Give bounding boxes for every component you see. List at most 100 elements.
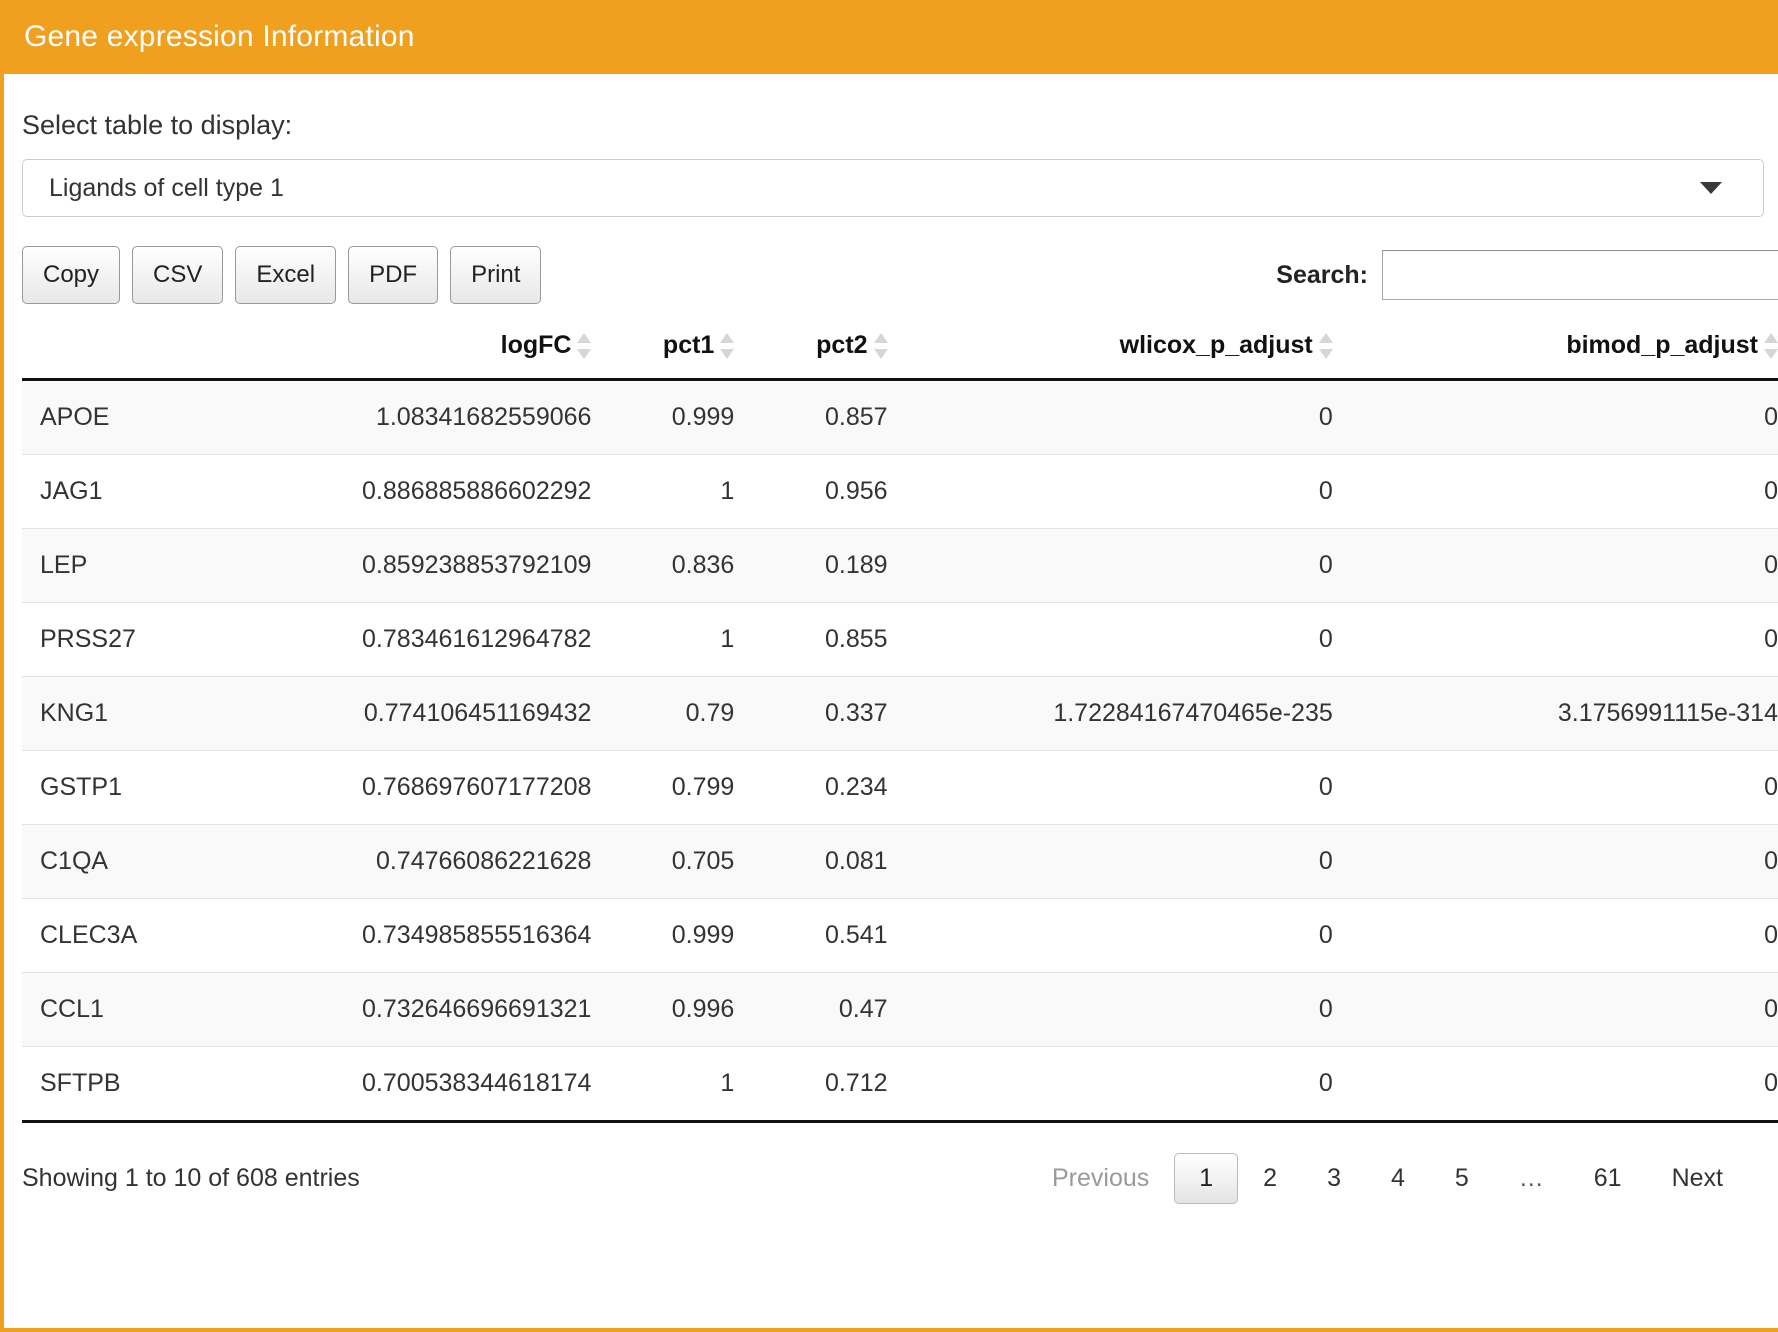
sort-icon[interactable] xyxy=(577,332,592,359)
gene-expression-card: Gene expression Information Select table… xyxy=(0,0,1778,1332)
pagination-2[interactable]: 2 xyxy=(1238,1153,1302,1204)
pagination-3[interactable]: 3 xyxy=(1302,1153,1366,1204)
col-header-gene[interactable] xyxy=(22,331,281,381)
table-row[interactable]: C1QA 0.74766086221628 0.705 0.081 0 0 xyxy=(22,824,1778,899)
cell-logFC: 0.774106451169432 xyxy=(280,676,592,751)
cell-bimod_p_adjust: 0 xyxy=(1332,824,1778,899)
pagination-: … xyxy=(1518,1164,1544,1192)
cell-gene: CCL1 xyxy=(22,972,281,1047)
cell-pct2: 0.712 xyxy=(734,1046,888,1123)
col-header-wlicox-p-adjust[interactable]: wlicox_p_adjust xyxy=(887,331,1333,381)
cell-pct1: 0.999 xyxy=(591,379,735,455)
cell-pct2: 0.234 xyxy=(734,750,888,825)
cell-bimod_p_adjust: 3.1756991115e-314 xyxy=(1332,676,1778,751)
table-row[interactable]: CCL1 0.732646696691321 0.996 0.47 0 0 xyxy=(22,972,1778,1047)
table-body: APOE 1.08341682559066 0.999 0.857 0 0 JAG1 0.88… xyxy=(22,379,1778,1123)
cell-pct2: 0.081 xyxy=(734,824,888,899)
cell-pct1: 0.79 xyxy=(591,676,735,751)
cell-gene: CLEC3A xyxy=(22,898,281,973)
cell-logFC: 0.732646696691321 xyxy=(280,972,592,1047)
cell-bimod_p_adjust: 0 xyxy=(1332,898,1778,973)
cell-wlicox_p_adjust: 0 xyxy=(887,454,1333,529)
sort-icon[interactable] xyxy=(720,332,735,359)
cell-gene: PRSS27 xyxy=(22,602,281,677)
chevron-down-icon xyxy=(1700,182,1722,194)
pagination-61[interactable]: 61 xyxy=(1569,1153,1647,1204)
cell-pct2: 0.189 xyxy=(734,528,888,603)
copy-button[interactable]: Copy xyxy=(22,246,121,304)
cell-gene: JAG1 xyxy=(22,454,281,529)
table-selector[interactable]: Ligands of cell type 1 xyxy=(22,159,1764,217)
search-label: Search: xyxy=(1276,260,1368,289)
cell-logFC: 0.700538344618174 xyxy=(280,1046,592,1123)
search-input[interactable] xyxy=(1382,250,1778,300)
cell-bimod_p_adjust: 0 xyxy=(1332,750,1778,825)
cell-gene: LEP xyxy=(22,528,281,603)
cell-logFC: 0.734985855516364 xyxy=(280,898,592,973)
cell-bimod_p_adjust: 0 xyxy=(1332,528,1778,603)
table-row[interactable]: SFTPB 0.700538344618174 1 0.712 0 0 xyxy=(22,1046,1778,1123)
cell-bimod_p_adjust: 0 xyxy=(1332,602,1778,677)
print-button[interactable]: Print xyxy=(450,246,542,304)
cell-logFC: 0.768697607177208 xyxy=(280,750,592,825)
pagination: Previous 1 2 3 4 5 … 61 Next xyxy=(1027,1153,1748,1204)
cell-pct2: 0.855 xyxy=(734,602,888,677)
cell-wlicox_p_adjust: 0 xyxy=(887,824,1333,899)
table-head: logFC pct1 pct2 wlicox_p_adjust bimod_p_… xyxy=(22,331,1778,381)
entries-info: Showing 1 to 10 of 608 entries xyxy=(22,1164,360,1192)
table-row[interactable]: CLEC3A 0.734985855516364 0.999 0.541 0 0 xyxy=(22,898,1778,973)
gene-table: logFC pct1 pct2 wlicox_p_adjust bimod_p_… xyxy=(22,331,1778,1123)
cell-gene: C1QA xyxy=(22,824,281,899)
cell-bimod_p_adjust: 0 xyxy=(1332,1046,1778,1123)
pdf-button[interactable]: PDF xyxy=(348,246,439,304)
cell-pct2: 0.541 xyxy=(734,898,888,973)
cell-logFC: 0.886885886602292 xyxy=(280,454,592,529)
pagination-5[interactable]: 5 xyxy=(1430,1153,1494,1204)
table-row[interactable]: PRSS27 0.783461612964782 1 0.855 0 0 xyxy=(22,602,1778,677)
table-row[interactable]: KNG1 0.774106451169432 0.79 0.337 1.72284167… xyxy=(22,676,1778,751)
cell-pct1: 0.999 xyxy=(591,898,735,973)
table-header-row: logFC pct1 pct2 wlicox_p_adjust bimod_p_… xyxy=(22,331,1778,381)
cell-pct2: 0.857 xyxy=(734,379,888,455)
pagination-previous: Previous xyxy=(1051,1164,1150,1192)
pagination-next[interactable]: Next xyxy=(1647,1153,1748,1204)
table-row[interactable]: GSTP1 0.768697607177208 0.799 0.234 0 0 xyxy=(22,750,1778,825)
sort-icon[interactable] xyxy=(873,332,888,359)
table-selector-value[interactable]: Ligands of cell type 1 xyxy=(22,159,1764,217)
col-header-pct1-label: pct1 xyxy=(662,331,715,359)
table-row[interactable]: APOE 1.08341682559066 0.999 0.857 0 0 xyxy=(22,379,1778,455)
sort-icon[interactable] xyxy=(1764,332,1778,359)
page-title: Gene expression Information xyxy=(24,20,415,53)
pagination-4[interactable]: 4 xyxy=(1366,1153,1430,1204)
col-header-wlicox-label: wlicox_p_adjust xyxy=(1119,331,1313,359)
cell-wlicox_p_adjust: 0 xyxy=(887,602,1333,677)
table-footer: Showing 1 to 10 of 608 entries Previous 1… xyxy=(22,1123,1778,1204)
cell-pct1: 0.705 xyxy=(591,824,735,899)
col-header-bimod-label: bimod_p_adjust xyxy=(1566,331,1758,359)
cell-bimod_p_adjust: 0 xyxy=(1332,454,1778,529)
excel-button[interactable]: Excel xyxy=(235,246,337,304)
cell-wlicox_p_adjust: 0 xyxy=(887,1046,1333,1123)
cell-pct2: 0.956 xyxy=(734,454,888,529)
search-area: Search: xyxy=(1276,245,1778,305)
col-header-pct1[interactable]: pct1 xyxy=(591,331,735,381)
col-header-pct2[interactable]: pct2 xyxy=(734,331,888,381)
cell-bimod_p_adjust: 0 xyxy=(1332,379,1778,455)
table-row[interactable]: JAG1 0.886885886602292 1 0.956 0 0 xyxy=(22,454,1778,529)
table-row[interactable]: LEP 0.859238853792109 0.836 0.189 0 0 xyxy=(22,528,1778,603)
sort-icon[interactable] xyxy=(1318,332,1333,359)
col-header-pct2-label: pct2 xyxy=(816,331,868,359)
col-header-logfc[interactable]: logFC xyxy=(280,331,592,381)
cell-wlicox_p_adjust: 0 xyxy=(887,528,1333,603)
cell-gene: SFTPB xyxy=(22,1046,281,1123)
col-header-bimod-p-adjust[interactable]: bimod_p_adjust xyxy=(1332,331,1778,381)
cell-wlicox_p_adjust: 0 xyxy=(887,379,1333,455)
cell-gene: APOE xyxy=(22,379,281,455)
card-body: Select table to display: Ligands of cell… xyxy=(4,110,1778,1204)
cell-wlicox_p_adjust: 0 xyxy=(887,750,1333,825)
pagination-1[interactable]: 1 xyxy=(1174,1153,1239,1204)
csv-button[interactable]: CSV xyxy=(132,246,224,304)
cell-logFC: 0.859238853792109 xyxy=(280,528,592,603)
export-buttons: Copy CSV Excel PDF Print xyxy=(22,246,542,304)
cell-pct2: 0.337 xyxy=(734,676,888,751)
